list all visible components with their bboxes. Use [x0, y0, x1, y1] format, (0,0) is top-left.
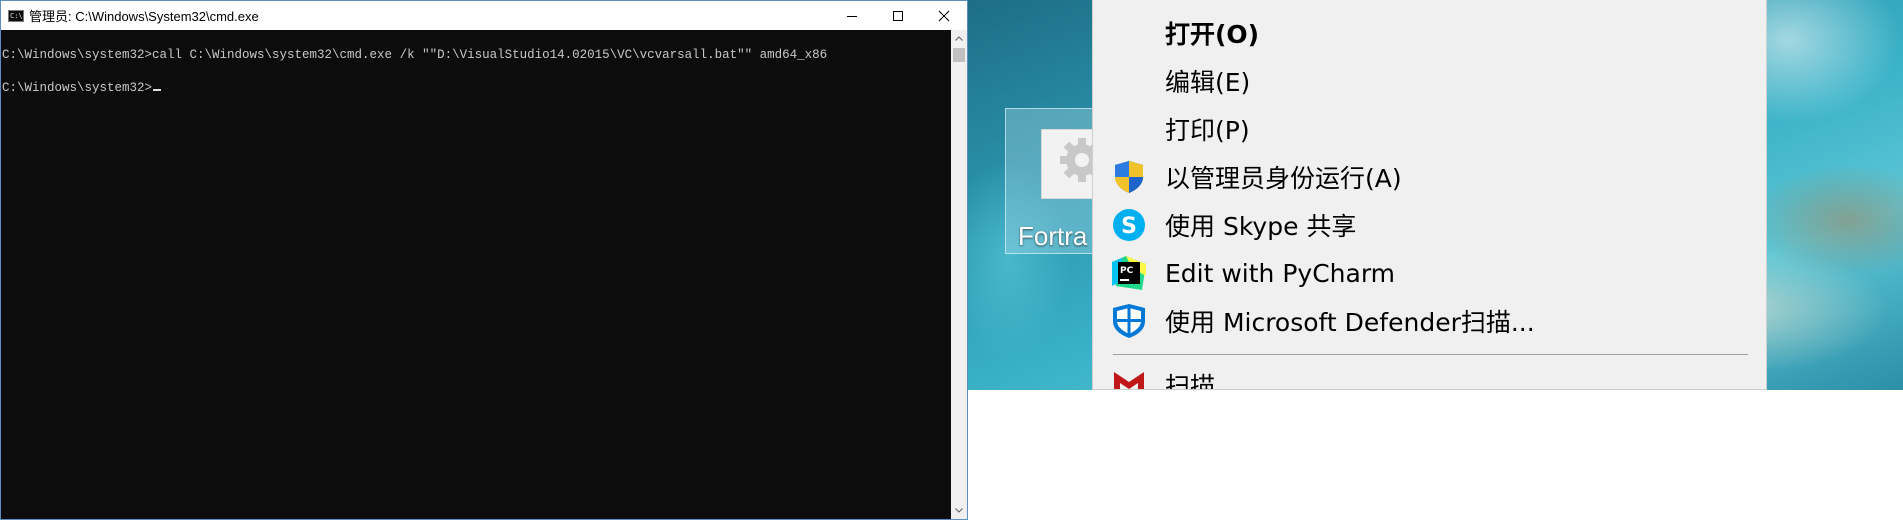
vertical-scrollbar[interactable]	[951, 30, 967, 519]
console-line-command: C:\Windows\system32>call C:\Windows\syst…	[2, 48, 828, 62]
console-line-prompt: C:\Windows\system32>	[2, 80, 951, 96]
menu-item-defender-scan[interactable]: 使用 Microsoft Defender扫描...	[1093, 297, 1766, 345]
desktop-file-icon[interactable]: Fortra	[1005, 108, 1105, 254]
svg-text:S: S	[1121, 214, 1137, 239]
maximize-icon	[893, 10, 903, 21]
cmd-window-title: 管理员: C:\Windows\System32\cmd.exe	[29, 9, 259, 24]
scrollbar-thumb[interactable]	[953, 48, 965, 62]
pycharm-icon: PC	[1111, 255, 1147, 291]
cmd-window: 管理员: C:\Windows\System32\cmd.exe C:\Wind…	[0, 0, 968, 520]
console-prompt-text: C:\Windows\system32>	[2, 81, 153, 95]
skype-icon: S	[1111, 207, 1147, 243]
minimize-button[interactable]	[829, 1, 875, 30]
menu-item-label: 扫描	[1165, 372, 1216, 390]
menu-item-label: 打开(O)	[1165, 20, 1260, 49]
menu-item-label: 以管理员身份运行(A)	[1165, 164, 1402, 193]
minimize-icon	[847, 15, 857, 17]
svg-text:PC: PC	[1120, 266, 1134, 276]
menu-item-label: 使用 Skype 共享	[1165, 212, 1357, 241]
chevron-down-icon	[955, 508, 963, 513]
desktop-icon-label: Fortra	[1018, 221, 1088, 251]
chevron-up-icon	[955, 36, 963, 41]
menu-item-mcafee-scan[interactable]: 扫描	[1093, 361, 1766, 390]
uac-shield-icon	[1111, 159, 1147, 195]
menu-item-label: Edit with PyCharm	[1165, 258, 1396, 288]
menu-item-label: 编辑(E)	[1165, 68, 1251, 97]
maximize-button[interactable]	[875, 1, 921, 30]
menu-item-edit-with-pycharm[interactable]: PC Edit with PyCharm	[1093, 249, 1766, 297]
menu-item-label: 使用 Microsoft Defender扫描...	[1165, 308, 1535, 337]
context-menu: 打开(O) 编辑(E) 打印(P) 以管理员身份运行(A) S 使用 Skype…	[1092, 0, 1767, 390]
scroll-down-button[interactable]	[951, 502, 967, 519]
text-cursor	[153, 89, 162, 91]
close-button[interactable]	[921, 1, 967, 30]
mcafee-icon	[1111, 367, 1147, 389]
cmd-title-bar[interactable]: 管理员: C:\Windows\System32\cmd.exe	[1, 1, 967, 30]
menu-item-skype-share[interactable]: S 使用 Skype 共享	[1093, 201, 1766, 249]
menu-item-open[interactable]: 打开(O)	[1093, 9, 1766, 57]
menu-item-run-as-admin[interactable]: 以管理员身份运行(A)	[1093, 153, 1766, 201]
menu-separator	[1113, 354, 1748, 355]
defender-shield-icon	[1111, 303, 1147, 339]
menu-item-label: 打印(P)	[1165, 116, 1250, 145]
menu-item-edit[interactable]: 编辑(E)	[1093, 57, 1766, 105]
menu-item-print[interactable]: 打印(P)	[1093, 105, 1766, 153]
cmd-console-output[interactable]: C:\Windows\system32>call C:\Windows\syst…	[1, 30, 951, 519]
scroll-up-button[interactable]	[951, 30, 967, 47]
cmd-app-icon[interactable]	[8, 9, 24, 22]
close-icon	[938, 10, 950, 21]
